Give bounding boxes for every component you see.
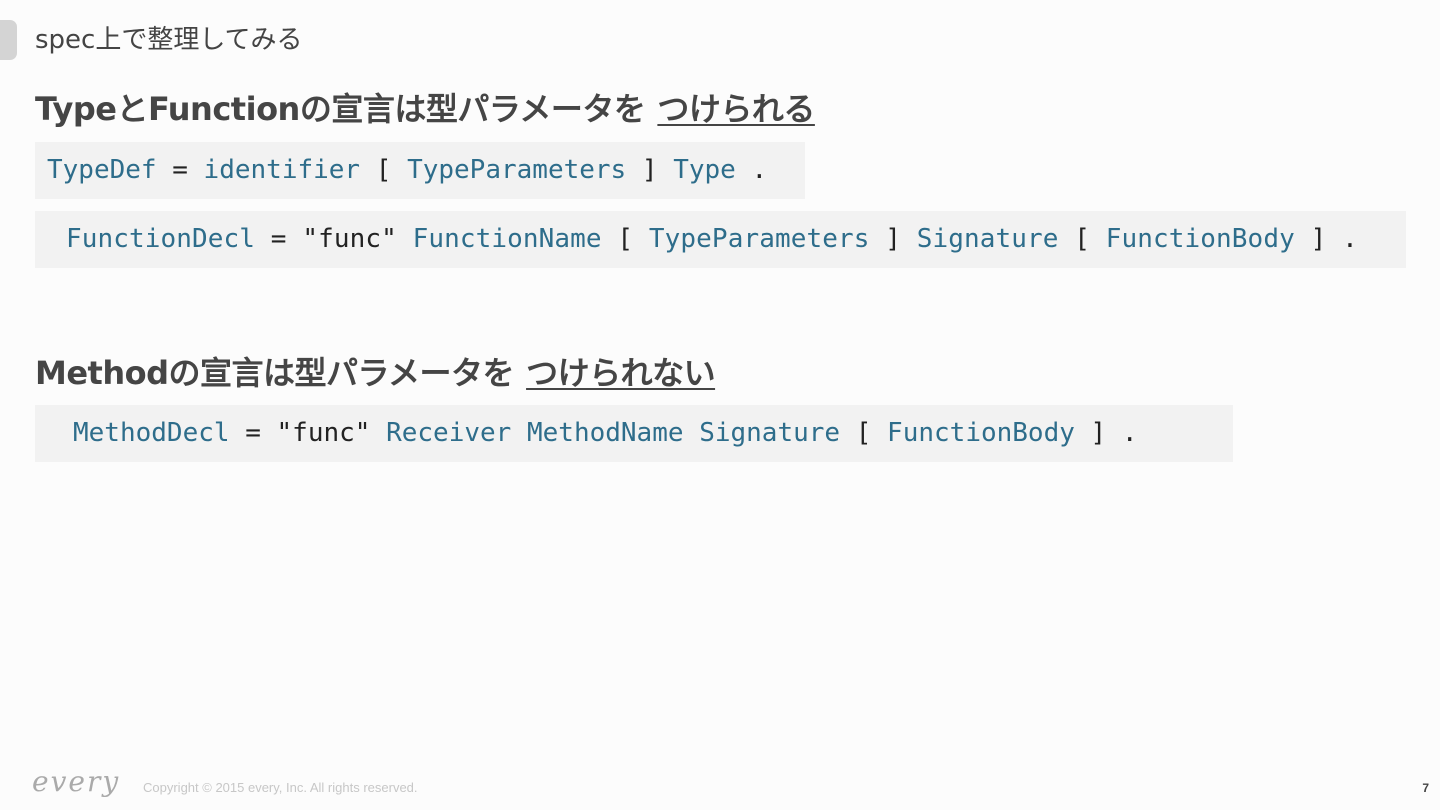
code-token: ] [869, 224, 917, 254]
page-number: 7 [1422, 781, 1429, 795]
code-token: TypeParameters [648, 224, 870, 254]
heading-lead-text: Methodの宣言は型パラメータを [35, 354, 515, 392]
code-token: TypeDef [47, 155, 157, 185]
code-token: ] [626, 155, 674, 185]
code-token: Signature [916, 224, 1059, 254]
code-token: ] . [1294, 224, 1358, 254]
heading-lead-text: TypeとFunctionの宣言は型パラメータを [35, 90, 646, 128]
slide-title: spec上で整理してみる [35, 25, 303, 55]
code-token: FunctionBody [887, 418, 1075, 448]
code-token: TypeParameters [407, 155, 627, 185]
code-block-functiondecl: FunctionDecl = "func" FunctionName [ Typ… [35, 211, 1406, 268]
code-token: [ [1058, 224, 1106, 254]
company-logo: every [32, 765, 121, 798]
copyright-text: Copyright © 2015 every, Inc. All rights … [143, 780, 418, 795]
code-token: = [255, 224, 303, 254]
heading-emphasis-text: つけられない [526, 354, 716, 392]
code-token: MethodName [526, 418, 684, 448]
code-token: FunctionName [412, 224, 602, 254]
section-heading-method: Methodの宣言は型パラメータを つけられない [35, 353, 716, 393]
code-token: [ [840, 418, 888, 448]
code-token: FunctionBody [1105, 224, 1295, 254]
code-token: "func" [276, 418, 371, 448]
code-token: . [735, 155, 768, 185]
code-token: Type [673, 155, 736, 185]
code-token: identifier [203, 155, 361, 185]
code-token: FunctionDecl [66, 224, 256, 254]
code-token: [ [360, 155, 408, 185]
code-token: = [229, 418, 277, 448]
code-block-typedef: TypeDef = identifier [ TypeParameters ] … [35, 142, 805, 199]
code-token: ] . [1074, 418, 1138, 448]
code-token: = [156, 155, 204, 185]
heading-emphasis-text: つけられる [657, 90, 815, 128]
slide-tab-marker [0, 20, 17, 60]
code-token: [ [601, 224, 649, 254]
code-token: "func" [302, 224, 397, 254]
code-token: MethodDecl [73, 418, 230, 448]
code-block-methoddecl: MethodDecl = "func" Receiver MethodName … [35, 405, 1233, 462]
code-token: Receiver [386, 418, 512, 448]
code-token: Signature [699, 418, 841, 448]
section-heading-type-and-function: TypeとFunctionの宣言は型パラメータを つけられる [35, 89, 815, 129]
